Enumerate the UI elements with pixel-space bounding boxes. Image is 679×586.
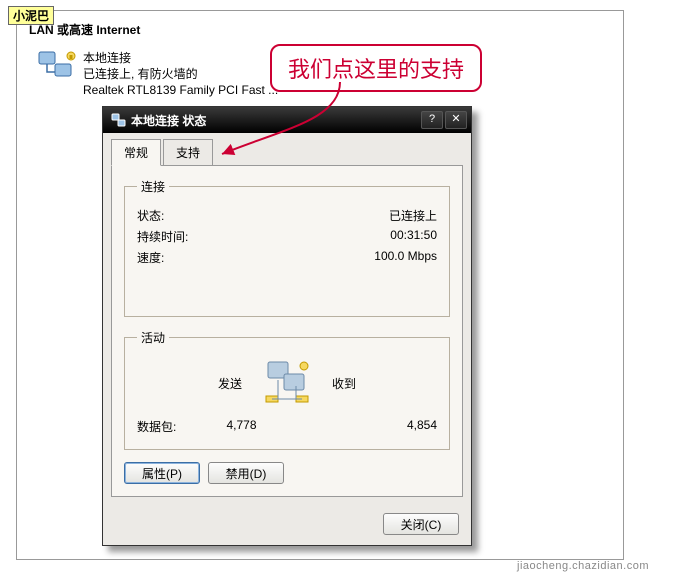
sent-value: 4,778 bbox=[176, 418, 306, 435]
connection-status-line: 已连接上, 有防火墙的 bbox=[83, 66, 278, 82]
tab-support[interactable]: 支持 bbox=[163, 139, 213, 166]
activity-icon bbox=[262, 360, 312, 406]
connection-legend: 连接 bbox=[137, 178, 169, 195]
status-value: 已连接上 bbox=[389, 207, 437, 224]
duration-value: 00:31:50 bbox=[390, 228, 437, 245]
connection-adapter: Realtek RTL8139 Family PCI Fast ... bbox=[83, 82, 278, 98]
status-label: 状态: bbox=[137, 207, 164, 224]
tag-label: 小泥巴 bbox=[8, 6, 54, 25]
speed-label: 速度: bbox=[137, 249, 164, 266]
packets-label: 数据包: bbox=[137, 418, 176, 435]
annotation-callout: 我们点这里的支持 bbox=[270, 44, 482, 92]
watermark: jiaocheng.chazidian.com bbox=[517, 560, 649, 572]
tab-general[interactable]: 常规 bbox=[111, 139, 161, 166]
close-button[interactable]: 关闭(C) bbox=[383, 513, 459, 535]
title-bar[interactable]: 本地连接 状态 ? ✕ bbox=[103, 107, 471, 133]
recv-label: 收到 bbox=[332, 375, 356, 392]
connection-name: 本地连接 bbox=[83, 50, 278, 66]
dialog-title: 本地连接 状态 bbox=[131, 112, 419, 129]
network-adapter-icon bbox=[37, 50, 77, 86]
help-button[interactable]: ? bbox=[421, 111, 443, 129]
close-x-button[interactable]: ✕ bbox=[445, 111, 467, 129]
activity-fieldset: 活动 发送 收到 bbox=[124, 329, 450, 450]
connection-fieldset: 连接 状态: 已连接上 持续时间: 00:31:50 速度: 100.0 Mbp… bbox=[124, 178, 450, 317]
dialog-icon bbox=[111, 112, 127, 128]
section-heading: LAN 或高速 Internet bbox=[17, 11, 623, 42]
disable-button[interactable]: 禁用(D) bbox=[208, 462, 284, 484]
recv-value: 4,854 bbox=[307, 418, 437, 435]
speed-value: 100.0 Mbps bbox=[374, 249, 437, 266]
connection-status-dialog: 本地连接 状态 ? ✕ 常规 支持 连接 状态: 已连接上 持续时间: 00:3… bbox=[102, 106, 472, 546]
properties-button[interactable]: 属性(P) bbox=[124, 462, 200, 484]
duration-label: 持续时间: bbox=[137, 228, 188, 245]
activity-legend: 活动 bbox=[137, 329, 169, 346]
sent-label: 发送 bbox=[218, 375, 242, 392]
